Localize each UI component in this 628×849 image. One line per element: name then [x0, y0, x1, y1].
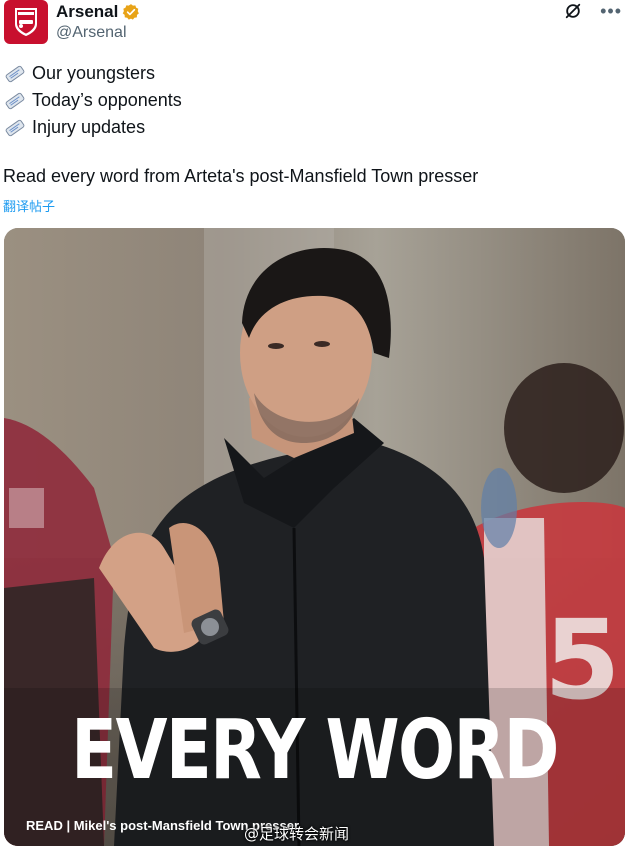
display-name[interactable]: Arsenal [56, 2, 118, 22]
avatar[interactable] [4, 0, 48, 44]
bullet-text: Injury updates [32, 117, 146, 137]
tweet-header: Arsenal @Arsenal ••• [4, 0, 628, 48]
list-item: Today’s opponents [4, 87, 182, 114]
tweet-media-image[interactable]: 5 EVERY WORD READ | Mikel's post-Mansfie… [4, 228, 625, 846]
newspaper-icon [5, 119, 25, 136]
grok-icon[interactable] [564, 2, 582, 20]
tweet-text: Read every word from Arteta's post-Mansf… [3, 166, 479, 186]
list-item: Our youngsters [4, 60, 182, 87]
media-headline: EVERY WORD [71, 703, 559, 798]
bullet-text: Today’s opponents [32, 90, 182, 110]
watermark-text: @足球转会新闻 [244, 825, 350, 843]
translate-post-link[interactable]: 翻译帖子 [3, 196, 55, 215]
list-item: Injury updates [4, 114, 182, 141]
handle[interactable]: @Arsenal [56, 24, 127, 42]
newspaper-icon [5, 65, 25, 82]
newspaper-icon [5, 92, 25, 109]
verified-badge-icon [123, 4, 140, 20]
tweet-bullet-list: Our youngsters Today’s opponents Injury … [4, 60, 182, 141]
arsenal-crest-icon [15, 8, 37, 36]
more-options-icon[interactable]: ••• [600, 2, 622, 20]
bullet-text: Our youngsters [32, 63, 156, 83]
